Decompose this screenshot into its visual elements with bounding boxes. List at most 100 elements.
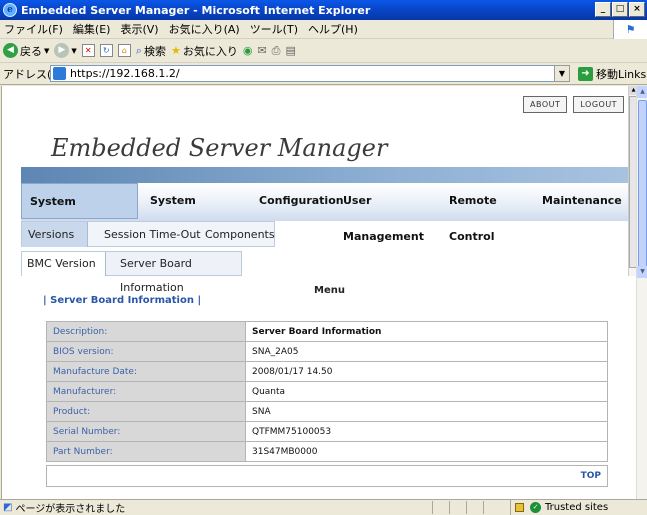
table-row: Manufacture Date: 2008/01/17 14.50 bbox=[46, 361, 608, 382]
table-key: BIOS version: bbox=[46, 341, 246, 362]
star-icon: ★ bbox=[170, 44, 181, 57]
version-nav: BMC Version Server Board Information bbox=[21, 251, 242, 294]
search-button[interactable]: ⌕ 検索 bbox=[136, 43, 166, 59]
table-key: Manufacturer: bbox=[46, 381, 246, 402]
menu-tools[interactable]: ツール(T) bbox=[250, 21, 298, 37]
table-key: Manufacture Date: bbox=[46, 361, 246, 382]
search-label: 検索 bbox=[143, 44, 166, 58]
tab-remote-control[interactable]: Remote Control bbox=[449, 183, 537, 243]
logout-button[interactable]: LOGOUT bbox=[573, 96, 625, 113]
close-button[interactable]: × bbox=[629, 2, 645, 17]
chevron-down-icon: ▼ bbox=[71, 46, 77, 55]
menu-edit[interactable]: 編集(E) bbox=[73, 21, 111, 37]
table-key: Description: bbox=[46, 321, 246, 342]
go-label: 移動 bbox=[596, 68, 618, 81]
back-label: 戻る bbox=[20, 44, 42, 58]
stop-icon[interactable]: ✕ bbox=[81, 44, 95, 57]
lock-icon bbox=[515, 503, 524, 512]
page-icon bbox=[53, 67, 66, 80]
address-bar: アドレス(D) https://192.168.1.2/ ▼ ➜ 移動 Link… bbox=[0, 63, 647, 85]
breadcrumb-link[interactable]: Server Board Information bbox=[50, 295, 194, 306]
breadcrumb-separator: | bbox=[43, 295, 47, 306]
server-board-table: Description: Server Board Information BI… bbox=[46, 321, 608, 462]
forward-arrow-icon: ▶ bbox=[54, 43, 70, 58]
window-scrollbar[interactable]: ▲ ▼ bbox=[636, 86, 647, 499]
status-cell bbox=[466, 501, 483, 514]
minimize-button[interactable]: _ bbox=[595, 2, 611, 17]
search-icon: ⌕ bbox=[135, 43, 142, 57]
table-value: 31S47MB0000 bbox=[245, 441, 608, 462]
status-cell bbox=[483, 501, 500, 514]
edit-icon[interactable]: ▤ bbox=[285, 44, 295, 57]
history-icon[interactable]: ◉ bbox=[243, 44, 253, 57]
page-viewport: ABOUT LOGOUT Embedded Server Manager Sys… bbox=[1, 86, 636, 499]
tab-configuration[interactable]: Configuration bbox=[259, 183, 344, 219]
table-value: SNA bbox=[245, 401, 608, 422]
menu-file[interactable]: ファイル(F) bbox=[4, 21, 63, 37]
tab-user-management[interactable]: User Management bbox=[343, 183, 443, 243]
scroll-thumb[interactable] bbox=[629, 96, 636, 268]
address-input[interactable]: https://192.168.1.2/ ▼ bbox=[50, 65, 570, 82]
menu-view[interactable]: 表示(V) bbox=[120, 21, 158, 37]
tab-system-monitoring[interactable]: System Monitoring bbox=[150, 183, 255, 243]
tab-maintenance[interactable]: Maintenance bbox=[542, 183, 622, 219]
table-value: Server Board Information bbox=[245, 321, 608, 342]
subtab-components[interactable]: Components bbox=[205, 222, 275, 247]
mail-icon[interactable]: ✉ bbox=[257, 44, 266, 57]
menu-bar: ファイル(F) 編集(E) 表示(V) お気に入り(A) ツール(T) ヘルプ(… bbox=[0, 20, 647, 39]
page-done-icon: ◩ bbox=[3, 501, 13, 513]
table-row: Manufacturer: Quanta bbox=[46, 381, 608, 402]
status-cells bbox=[432, 501, 500, 514]
refresh-icon[interactable]: ↻ bbox=[99, 44, 113, 57]
table-key: Serial Number: bbox=[46, 421, 246, 442]
top-link[interactable]: TOP bbox=[581, 471, 601, 481]
scroll-up-icon[interactable]: ▲ bbox=[629, 86, 636, 95]
top-buttons: ABOUT LOGOUT bbox=[523, 96, 625, 113]
scroll-down-icon[interactable]: ▼ bbox=[637, 266, 647, 278]
menu-help[interactable]: ヘルプ(H) bbox=[308, 21, 358, 37]
go-button[interactable]: ➜ 移動 bbox=[578, 66, 618, 82]
about-button[interactable]: ABOUT bbox=[523, 96, 568, 113]
breadcrumb: | Server Board Information | bbox=[43, 295, 201, 306]
subtab-server-board-information[interactable]: Server Board Information bbox=[120, 252, 242, 294]
favorites-label: お気に入り bbox=[182, 44, 238, 58]
scroll-thumb[interactable] bbox=[638, 100, 647, 270]
forward-button[interactable]: ▶ ▼ bbox=[54, 43, 77, 58]
window-title: Embedded Server Manager - Microsoft Inte… bbox=[21, 3, 371, 17]
address-dropdown-icon[interactable]: ▼ bbox=[554, 65, 570, 82]
table-value: SNA_2A05 bbox=[245, 341, 608, 362]
inner-scrollbar[interactable]: ▲ bbox=[628, 86, 636, 276]
ie-icon: e bbox=[3, 3, 17, 17]
window-controls: _ □ × bbox=[595, 2, 645, 17]
window-titlebar: e Embedded Server Manager - Microsoft In… bbox=[0, 0, 647, 20]
breadcrumb-separator: | bbox=[197, 295, 202, 306]
security-zone[interactable]: ✓ Trusted sites bbox=[510, 500, 608, 515]
table-value: Quanta bbox=[245, 381, 608, 402]
address-url: https://192.168.1.2/ bbox=[70, 67, 180, 80]
status-cell bbox=[449, 501, 466, 514]
table-row: Serial Number: QTFMM75100053 bbox=[46, 421, 608, 442]
tab-system-information[interactable]: System Information bbox=[21, 183, 138, 244]
back-button[interactable]: ◀ 戻る ▼ bbox=[3, 43, 49, 59]
table-row: Description: Server Board Information bbox=[46, 321, 608, 342]
print-icon[interactable]: ⎙ bbox=[272, 44, 281, 58]
maximize-button[interactable]: □ bbox=[612, 2, 628, 17]
main-nav: System Information System Monitoring Con… bbox=[21, 183, 636, 244]
app-logo: Embedded Server Manager bbox=[51, 134, 388, 162]
status-cell bbox=[432, 501, 449, 514]
subtab-versions[interactable]: Versions bbox=[22, 222, 88, 247]
menu-favorites[interactable]: お気に入り(A) bbox=[169, 21, 240, 37]
home-icon[interactable]: ⌂ bbox=[117, 44, 131, 57]
go-arrow-icon: ➜ bbox=[578, 67, 593, 81]
windows-logo-icon: ⚑ bbox=[613, 20, 647, 39]
header-banner bbox=[21, 167, 636, 183]
favorites-button[interactable]: ★ お気に入り bbox=[171, 43, 238, 59]
subtab-session-timeout[interactable]: Session Time-Out bbox=[104, 222, 204, 247]
status-bar: ◩ ページが表示されました ✓ Trusted sites bbox=[0, 499, 647, 515]
scroll-up-icon[interactable]: ▲ bbox=[637, 86, 647, 98]
table-value: QTFMM75100053 bbox=[245, 421, 608, 442]
chevron-down-icon: ▼ bbox=[44, 46, 50, 55]
subtab-bmc-version[interactable]: BMC Version bbox=[22, 252, 106, 276]
links-button[interactable]: Links bbox=[618, 68, 646, 81]
table-row: Product: SNA bbox=[46, 401, 608, 422]
